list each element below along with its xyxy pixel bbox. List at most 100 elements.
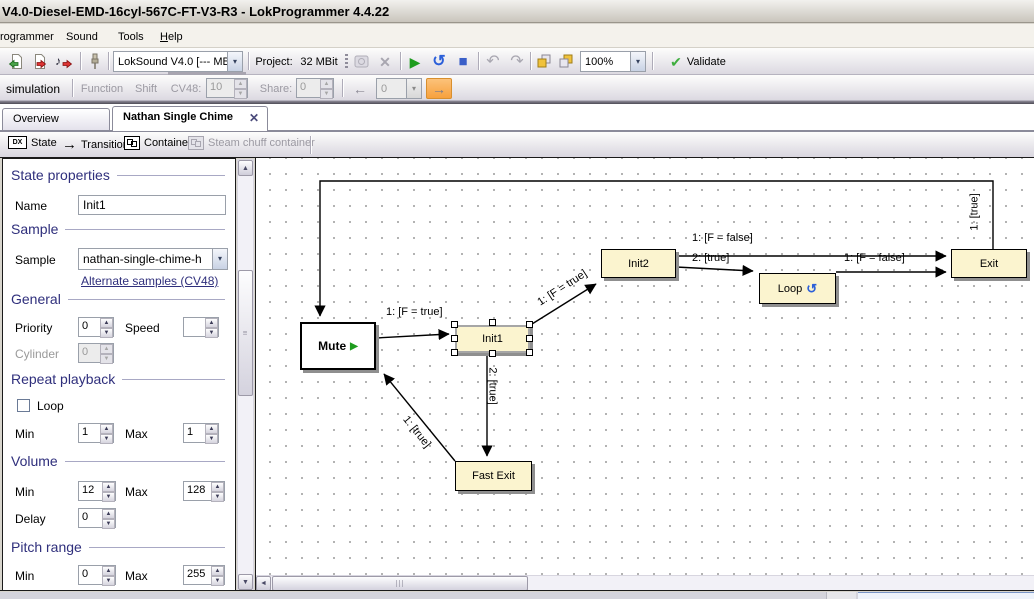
name-input[interactable]: Init1	[78, 195, 226, 215]
spin-down-icon[interactable]: ▼	[102, 519, 115, 529]
volume-max-label: Max	[125, 485, 148, 499]
menu-programmer[interactable]: rogrammer	[0, 29, 58, 45]
selection-handle[interactable]	[526, 349, 533, 356]
canvas-hscrollbar[interactable]: ◄ |||	[256, 575, 1034, 591]
selection-handle[interactable]	[526, 321, 533, 328]
status-bar	[0, 592, 1034, 599]
edge-init2-to-loop[interactable]	[676, 267, 753, 271]
spin-up-icon[interactable]: ▲	[205, 424, 218, 434]
chevron-down-icon[interactable]: ▾	[227, 52, 242, 71]
spin-down-icon: ▼	[100, 354, 113, 364]
spin-down-icon[interactable]: ▼	[100, 328, 113, 338]
alternate-samples-link[interactable]: Alternate samples (CV48)	[81, 274, 218, 288]
spin-down-icon[interactable]: ▼	[211, 576, 224, 586]
tab-overview[interactable]: Overview	[2, 108, 110, 130]
state-node-fast-exit[interactable]: Fast Exit	[455, 461, 532, 491]
menu-sound[interactable]: Sound	[62, 29, 102, 45]
write-decoder-icon[interactable]	[28, 51, 50, 72]
selection-handle[interactable]	[451, 349, 458, 356]
redo-icon: ↷	[506, 51, 528, 72]
toolbar-separator	[400, 52, 401, 70]
spin-up-icon[interactable]: ▲	[100, 318, 113, 328]
spin-up-icon[interactable]: ▲	[102, 509, 115, 519]
edge-mute-to-init1[interactable]	[376, 334, 449, 338]
loop-playback-icon[interactable]: ↺	[428, 51, 450, 72]
spin-down-icon[interactable]: ▼	[205, 328, 218, 338]
pitch-max-label: Max	[125, 569, 148, 583]
step-forward-button[interactable]: →	[426, 78, 452, 99]
decoder-type-combo[interactable]: LokSound V4.0 [--- MBit] ▾	[113, 51, 243, 72]
toolbar-separator	[72, 79, 73, 97]
menu-help[interactable]: Help	[156, 29, 187, 45]
selection-handle[interactable]	[451, 335, 458, 342]
section-general: General	[11, 291, 225, 307]
play-icon[interactable]: ▶	[404, 51, 426, 72]
state-node-exit[interactable]: Exit	[951, 249, 1027, 278]
close-tab-icon[interactable]: ✕	[249, 111, 259, 125]
decoder-type-value: LokSound V4.0 [--- MBit]	[114, 56, 227, 68]
delay-spinner[interactable]: 0 ▲▼	[78, 508, 116, 528]
spin-up-icon[interactable]: ▲	[102, 482, 115, 492]
volume-max-spinner[interactable]: 128 ▲▼	[183, 481, 225, 501]
read-decoder-icon[interactable]	[4, 51, 26, 72]
state-diagram-canvas[interactable]: 1: [F = true] 1: [F = true] 1: [F = fals…	[256, 158, 1034, 575]
spin-down-icon[interactable]: ▼	[100, 434, 113, 444]
cylinder-spinner: 0 ▲▼	[78, 343, 114, 363]
scrollbar-thumb[interactable]: ≡	[238, 270, 253, 396]
edge-fastexit-to-mute[interactable]	[384, 374, 455, 461]
spin-down-icon[interactable]: ▼	[205, 434, 218, 444]
panel-scrollbar[interactable]: ▲ ≡ ▼	[237, 159, 254, 591]
state-node-mute[interactable]: Mute ▶	[300, 322, 376, 370]
tab-nathan-single-chime[interactable]: Nathan Single Chime ✕	[112, 106, 268, 131]
pitch-min-spinner[interactable]: 0 ▲▼	[78, 565, 116, 585]
write-sound-icon[interactable]: ♪	[52, 51, 76, 72]
state-node-init2[interactable]: Init2	[601, 249, 676, 278]
cv48-label: CV48:	[168, 78, 204, 99]
spin-down-icon[interactable]: ▼	[102, 576, 115, 586]
speed-spinner[interactable]: ▲▼	[183, 317, 219, 337]
scroll-up-icon[interactable]: ▲	[238, 160, 253, 176]
repeat-max-spinner[interactable]: 1 ▲▼	[183, 423, 219, 443]
spin-up-icon[interactable]: ▲	[211, 482, 224, 492]
state-node-init1[interactable]: Init1	[455, 325, 530, 353]
edge-label: 1: [F = false]	[692, 232, 753, 244]
selection-handle[interactable]	[526, 335, 533, 342]
scrollbar-thumb[interactable]: |||	[272, 576, 528, 591]
selection-handle[interactable]	[451, 321, 458, 328]
bring-to-front-icon[interactable]	[534, 51, 554, 72]
check-icon: ✔	[670, 55, 682, 69]
spin-up-icon[interactable]: ▲	[102, 566, 115, 576]
priority-spinner[interactable]: 0 ▲▼	[78, 317, 114, 337]
selection-handle[interactable]	[489, 319, 496, 326]
scroll-down-icon[interactable]: ▼	[238, 574, 253, 590]
menu-tools[interactable]: Tools	[114, 29, 148, 45]
sample-combo[interactable]: nathan-single-chime-h ▾	[78, 248, 228, 270]
state-node-loop[interactable]: Loop ↺	[759, 273, 836, 304]
spin-up-icon[interactable]: ▲	[205, 318, 218, 328]
scroll-left-icon[interactable]: ◄	[256, 576, 271, 591]
loop-checkbox[interactable]	[17, 399, 30, 412]
spin-down-icon[interactable]: ▼	[211, 492, 224, 502]
zoom-combo[interactable]: 100% ▾	[580, 51, 646, 72]
tab-bar: Overview Nathan Single Chime ✕	[0, 104, 1034, 131]
chevron-down-icon[interactable]: ▾	[212, 249, 227, 269]
transition-tool[interactable]: → Transition	[62, 136, 129, 153]
repeat-min-spinner[interactable]: 1 ▲▼	[78, 423, 114, 443]
selection-handle[interactable]	[489, 350, 496, 357]
toolbar-separator	[478, 52, 479, 70]
repeat-max-label: Max	[125, 427, 148, 441]
section-repeat-playback: Repeat playback	[11, 371, 225, 387]
pitch-max-spinner[interactable]: 255 ▲▼	[183, 565, 225, 585]
state-tool[interactable]: DX State	[8, 136, 57, 149]
spin-down-icon[interactable]: ▼	[102, 492, 115, 502]
send-to-back-icon[interactable]	[556, 51, 576, 72]
programmer-connection-icon[interactable]	[85, 51, 105, 72]
volume-min-spinner[interactable]: 12 ▲▼	[78, 481, 116, 501]
chevron-down-icon[interactable]: ▾	[630, 52, 645, 71]
validate-button[interactable]: ✔ Validate	[658, 51, 738, 72]
stop-icon[interactable]: ■	[452, 51, 474, 72]
toolbar-grip[interactable]	[345, 54, 348, 69]
spin-up-icon[interactable]: ▲	[211, 566, 224, 576]
spin-up-icon[interactable]: ▲	[100, 424, 113, 434]
container-tool[interactable]: Container	[124, 136, 192, 150]
